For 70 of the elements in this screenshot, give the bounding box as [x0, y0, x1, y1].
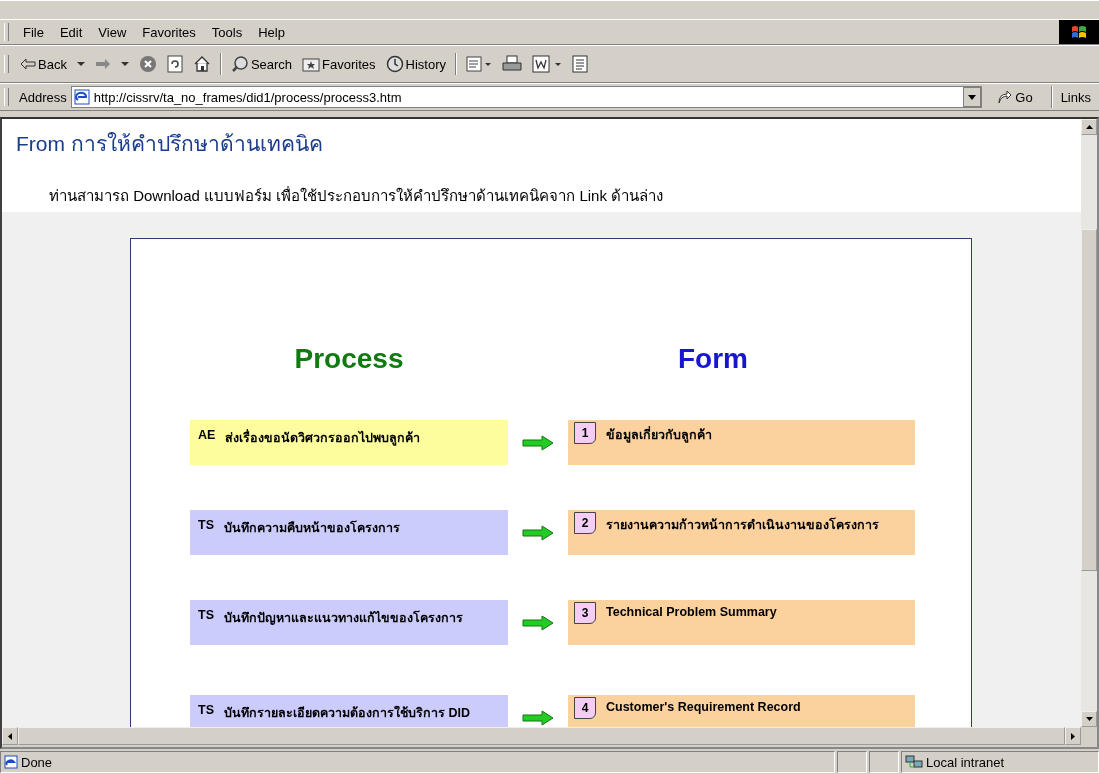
process-text: ส่งเรื่องขอนัดวิศวกรออกไปพบลูกค้า	[225, 428, 421, 448]
forward-arrow-icon	[94, 58, 111, 70]
form-link[interactable]: 2 รายงานความก้าวหน้าการดำเนินงานของโครงการ	[568, 510, 915, 555]
status-pane	[869, 751, 899, 773]
number-tag: 2	[574, 512, 596, 534]
process-text: บันทึกปัญหาและแนวทางแก้ไขของโครงการ	[224, 609, 463, 627]
page-title: From การให้คำปรึกษาด้านเทคนิค	[15, 131, 324, 157]
arrow-icon	[522, 614, 554, 631]
arrow-icon	[522, 524, 554, 541]
scroll-left-icon[interactable]	[8, 732, 12, 740]
network-icon	[905, 755, 923, 769]
favorites-button[interactable]: Favorites	[297, 54, 381, 74]
home-icon	[192, 55, 211, 73]
menu-item[interactable]: File	[15, 22, 52, 42]
process-text: บันทึกความคืบหน้าของโครงการ	[224, 519, 400, 537]
star-folder-icon	[302, 56, 321, 72]
dropdown-button[interactable]	[963, 87, 982, 107]
scroll-down-icon[interactable]	[1085, 717, 1093, 721]
arrow-icon	[522, 434, 554, 451]
intro-text: ท่านสามารถ Download แบบฟอร์ม เพื่อใช้ประกอบการให้คำปรึกษาด้านเทคนิคจาก Link ด้านล่าง	[48, 185, 665, 206]
caret-icon	[968, 94, 977, 100]
form-link[interactable]: 1 ข้อมูลเกี่ยวกับลูกค้า	[568, 420, 915, 465]
menu-item[interactable]: Tools	[203, 22, 251, 42]
menu-item[interactable]: Favorites	[134, 22, 204, 42]
process-heading: Process	[293, 343, 405, 375]
search-icon	[230, 55, 249, 73]
clock-icon	[385, 55, 404, 73]
zone-label: Local intranet	[926, 754, 1005, 770]
notepad-icon	[572, 55, 589, 73]
stop-icon	[138, 55, 157, 73]
search-button[interactable]: Search	[225, 53, 298, 75]
menu-item[interactable]: View	[90, 22, 135, 42]
links-button[interactable]: Links	[1060, 89, 1099, 105]
form-title: Customer's Requirement Record	[606, 699, 801, 714]
page-icon	[73, 89, 90, 105]
address-field[interactable]: http://cissrv/ta_no_frames/did1/process/process3.htm	[70, 86, 983, 108]
refresh-icon	[166, 55, 183, 73]
process-text: บันทึกรายละเอียดความต้องการใช้บริการ DID	[224, 704, 470, 722]
form-link[interactable]: 4 Customer's Requirement Record	[568, 695, 915, 727]
form-link[interactable]: 3 Technical Problem Summary	[568, 600, 915, 645]
form-title: Technical Problem Summary	[606, 604, 777, 619]
menu-item[interactable]: Help	[250, 22, 293, 42]
mail-icon	[466, 55, 493, 73]
role-label: AE	[198, 428, 216, 442]
status-text: Done	[21, 754, 53, 770]
scrollbar-corner	[1081, 727, 1097, 745]
page-icon	[4, 755, 18, 769]
number-tag: 4	[574, 697, 596, 719]
back-button[interactable]: Back	[15, 54, 90, 74]
flag-icon	[1070, 24, 1088, 40]
role-label: TS	[198, 703, 214, 717]
role-label: TS	[198, 608, 214, 622]
back-arrow-icon	[20, 58, 36, 70]
document-edit-icon	[532, 55, 563, 73]
address-label: Address	[19, 89, 67, 105]
form-title: ข้อมูลเกี่ยวกับลูกค้า	[606, 425, 712, 445]
number-tag: 1	[574, 422, 596, 444]
go-arrow-icon	[996, 89, 1013, 105]
form-heading: Form	[677, 343, 749, 375]
status-pane	[837, 751, 867, 773]
role-label: TS	[198, 518, 214, 532]
number-tag: 3	[574, 602, 596, 624]
arrow-icon	[522, 709, 554, 726]
scroll-right-icon[interactable]	[1071, 732, 1075, 740]
scroll-up-icon[interactable]	[1085, 125, 1093, 129]
printer-icon	[502, 55, 523, 73]
go-button[interactable]: Go	[986, 89, 1043, 105]
history-button[interactable]: History	[380, 53, 452, 75]
menu-item[interactable]: Edit	[51, 22, 91, 42]
form-title: รายงานความก้าวหน้าการดำเนินงานของโครงการ	[606, 516, 879, 534]
